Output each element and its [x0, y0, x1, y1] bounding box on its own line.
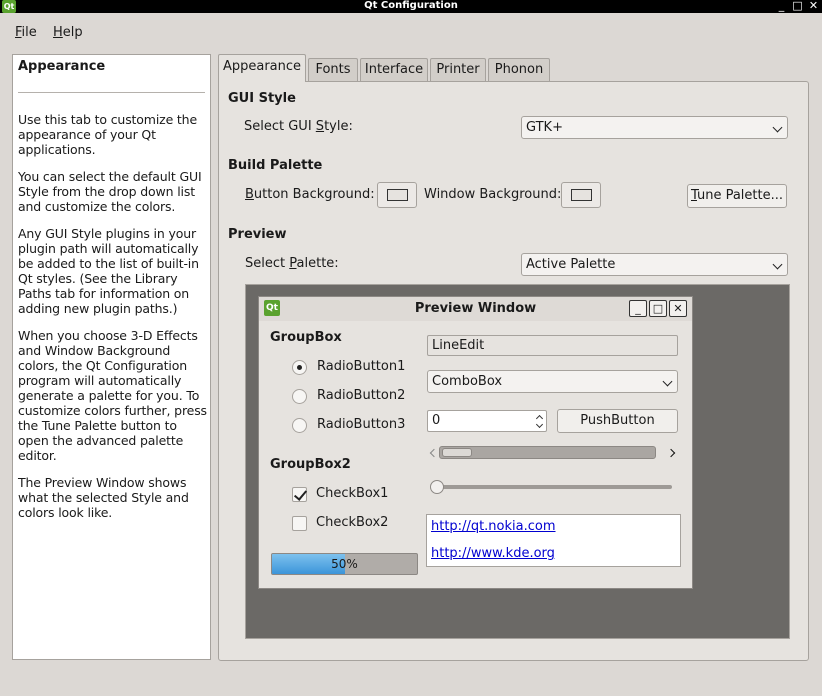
scroll-right-icon[interactable] [668, 447, 676, 459]
help-title: Appearance [18, 59, 106, 74]
window-background-color-button[interactable] [561, 182, 601, 208]
menubar: File Help [0, 13, 822, 51]
help-paragraph: Use this tab to customize the appearance… [18, 112, 197, 157]
window-background-mnemonic: g [510, 187, 520, 202]
select-palette-value: Active Palette [526, 257, 616, 272]
menu-help-label: elp [62, 25, 83, 40]
tab-interface[interactable]: Interface [360, 58, 428, 81]
progress-text: 50% [331, 557, 358, 571]
groupbox2-title: GroupBox2 [270, 457, 351, 472]
maximize-icon[interactable]: □ [791, 0, 804, 13]
tune-palette-button[interactable]: Tune Palette... [687, 184, 787, 208]
color-swatch [571, 189, 592, 201]
gui-style-label: Select GUI Style: [244, 119, 353, 134]
radio-button-1-label: RadioButton1 [317, 359, 406, 374]
menu-file-label: ile [21, 25, 37, 40]
select-palette-label-pre: Select [245, 256, 290, 271]
help-divider [18, 92, 205, 93]
minimize-icon[interactable]: _ [775, 0, 788, 13]
help-paragraph: Any GUI Style plugins in your plugin pat… [18, 226, 199, 316]
chevron-down-icon [772, 254, 784, 275]
button-background-color-button[interactable] [377, 182, 417, 208]
spin-box-value: 0 [432, 413, 441, 428]
menu-help[interactable]: Help [53, 25, 83, 40]
select-palette-label: Select Palette: [245, 256, 339, 271]
button-background-mnemonic: B [245, 187, 254, 202]
maximize-icon[interactable]: □ [649, 300, 667, 317]
tab-appearance[interactable]: Appearance [218, 54, 306, 82]
menu-help-mnemonic: H [53, 25, 63, 40]
scrollbar-handle[interactable] [442, 448, 472, 457]
gui-style-label-mnemonic: S [315, 119, 325, 134]
spin-down-icon[interactable] [536, 422, 544, 430]
checkbox-1-label: CheckBox1 [316, 486, 389, 501]
select-palette-label-post: alette: [296, 256, 339, 271]
scroll-left-icon[interactable] [428, 447, 436, 459]
help-paragraph: You can select the default GUI Style fro… [18, 169, 202, 214]
window-background-label-post: round: [519, 187, 562, 202]
close-icon[interactable]: ✕ [807, 0, 820, 13]
preview-heading: Preview [228, 227, 287, 242]
horizontal-scrollbar[interactable] [439, 446, 656, 459]
checkbox-2[interactable] [292, 516, 307, 531]
gui-style-label-pre: Select GUI [244, 119, 316, 134]
select-palette-mnemonic: P [289, 256, 297, 271]
gui-style-label-post: tyle: [324, 119, 353, 134]
tune-palette-label: une Palette... [696, 188, 783, 203]
preview-window-titlebar: Qt Preview Window _ □ ✕ [259, 297, 692, 321]
line-edit[interactable]: LineEdit [427, 335, 678, 356]
slider-handle[interactable] [430, 480, 444, 494]
spin-up-icon[interactable] [536, 413, 544, 421]
tab-printer[interactable]: Printer [430, 58, 486, 81]
minimize-icon[interactable]: _ [629, 300, 647, 317]
text-browser: http://qt.nokia.com http://www.kde.org [426, 514, 681, 567]
chevron-down-icon [772, 117, 784, 138]
spin-box[interactable]: 0 [427, 410, 547, 432]
window-background-label: Window Background: [424, 187, 561, 202]
help-panel: Appearance Use this tab to customize the… [12, 54, 211, 660]
gui-style-value: GTK+ [526, 120, 563, 135]
link-qt-nokia[interactable]: http://qt.nokia.com [431, 519, 556, 534]
preview-window-title: Preview Window [414, 301, 537, 316]
progress-bar: 50% [271, 553, 418, 575]
help-paragraph: When you choose 3-D Effects and Window B… [18, 328, 207, 463]
radio-button-1[interactable] [292, 360, 307, 375]
color-swatch [387, 189, 408, 201]
slider-groove[interactable] [432, 485, 672, 489]
tab-fonts[interactable]: Fonts [308, 58, 358, 81]
close-icon[interactable]: ✕ [669, 300, 687, 317]
build-palette-heading: Build Palette [228, 158, 323, 173]
tab-phonon[interactable]: Phonon [488, 58, 550, 81]
menu-file[interactable]: File [15, 25, 37, 40]
button-background-label: Button Background: [245, 187, 375, 202]
radio-button-3-label: RadioButton3 [317, 417, 406, 432]
link-kde[interactable]: http://www.kde.org [431, 546, 555, 561]
groupbox-title: GroupBox [270, 330, 342, 345]
checkbox-1[interactable] [292, 487, 307, 502]
select-palette-combobox[interactable]: Active Palette [521, 253, 788, 276]
gui-style-heading: GUI Style [228, 91, 296, 106]
radio-button-2-label: RadioButton2 [317, 388, 406, 403]
window-titlebar: Qt Qt Configuration _ □ ✕ [0, 0, 822, 13]
radio-button-3[interactable] [292, 418, 307, 433]
radio-button-2[interactable] [292, 389, 307, 404]
checkbox-2-label: CheckBox2 [316, 515, 389, 530]
window-title: Qt Configuration [364, 0, 458, 11]
preview-combobox-value: ComboBox [432, 374, 503, 389]
chevron-down-icon [662, 371, 674, 392]
preview-combobox[interactable]: ComboBox [427, 370, 678, 393]
button-background-label-text: utton Background: [253, 187, 375, 202]
gui-style-combobox[interactable]: GTK+ [521, 116, 788, 139]
help-paragraph: The Preview Window shows what the select… [18, 475, 189, 520]
window-background-label-pre: Window Back [424, 187, 511, 202]
push-button[interactable]: PushButton [557, 409, 678, 433]
